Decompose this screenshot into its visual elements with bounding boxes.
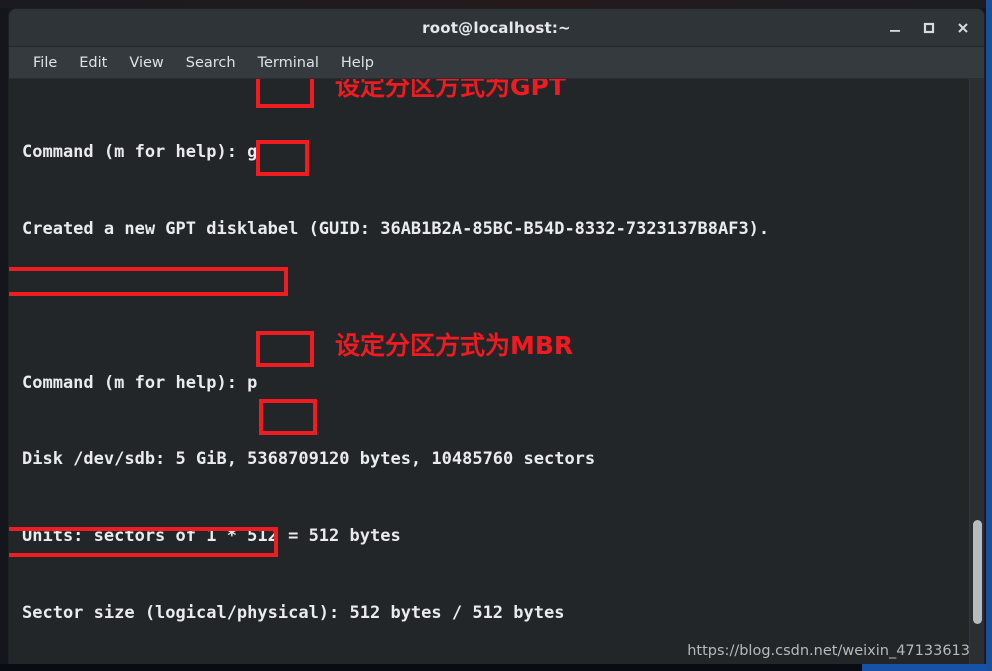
menu-item-edit[interactable]: Edit [68, 52, 118, 74]
desktop-backdrop: root@localhost:~ File Edit View Search T… [0, 0, 992, 671]
menu-item-view[interactable]: View [118, 52, 174, 74]
terminal-line: Created a new GPT disklabel (GUID: 36AB1… [22, 218, 770, 239]
note-gpt: 设定分区方式为GPT [335, 79, 566, 101]
minimize-button[interactable] [878, 11, 912, 45]
menu-item-terminal[interactable]: Terminal [247, 52, 330, 74]
highlight-disklabel-gpt [9, 267, 288, 296]
terminal-scrollbar[interactable] [969, 79, 984, 664]
menubar: File Edit View Search Terminal Help [9, 47, 984, 79]
window-title: root@localhost:~ [422, 18, 571, 37]
menu-item-search[interactable]: Search [175, 52, 247, 74]
highlight-command-p-second [259, 399, 317, 435]
maximize-button[interactable] [912, 11, 946, 45]
note-mbr: 设定分区方式为MBR [335, 331, 574, 360]
terminal-body: Command (m for help): g Created a new GP… [9, 79, 984, 664]
terminal-line: Disk /dev/sdb: 5 GiB, 5368709120 bytes, … [22, 449, 596, 470]
terminal-line: Command (m for help): g [22, 142, 258, 163]
menu-item-help[interactable]: Help [330, 52, 385, 74]
terminal-window: root@localhost:~ File Edit View Search T… [9, 9, 984, 664]
window-controls [878, 9, 980, 47]
close-button[interactable] [946, 11, 980, 45]
scrollbar-thumb[interactable] [973, 520, 982, 624]
highlight-command-o [256, 331, 314, 367]
terminal-line: Units: sectors of 1 * 512 = 512 bytes [22, 526, 401, 547]
menu-item-file[interactable]: File [22, 52, 68, 74]
terminal-output[interactable]: Command (m for help): g Created a new GP… [9, 79, 969, 664]
desktop-bottom-edge [0, 664, 992, 671]
highlight-command-g [256, 79, 314, 108]
terminal-line: Command (m for help): p [22, 372, 258, 393]
terminal-line: Sector size (logical/physical): 512 byte… [22, 602, 565, 623]
window-titlebar[interactable]: root@localhost:~ [9, 9, 984, 47]
